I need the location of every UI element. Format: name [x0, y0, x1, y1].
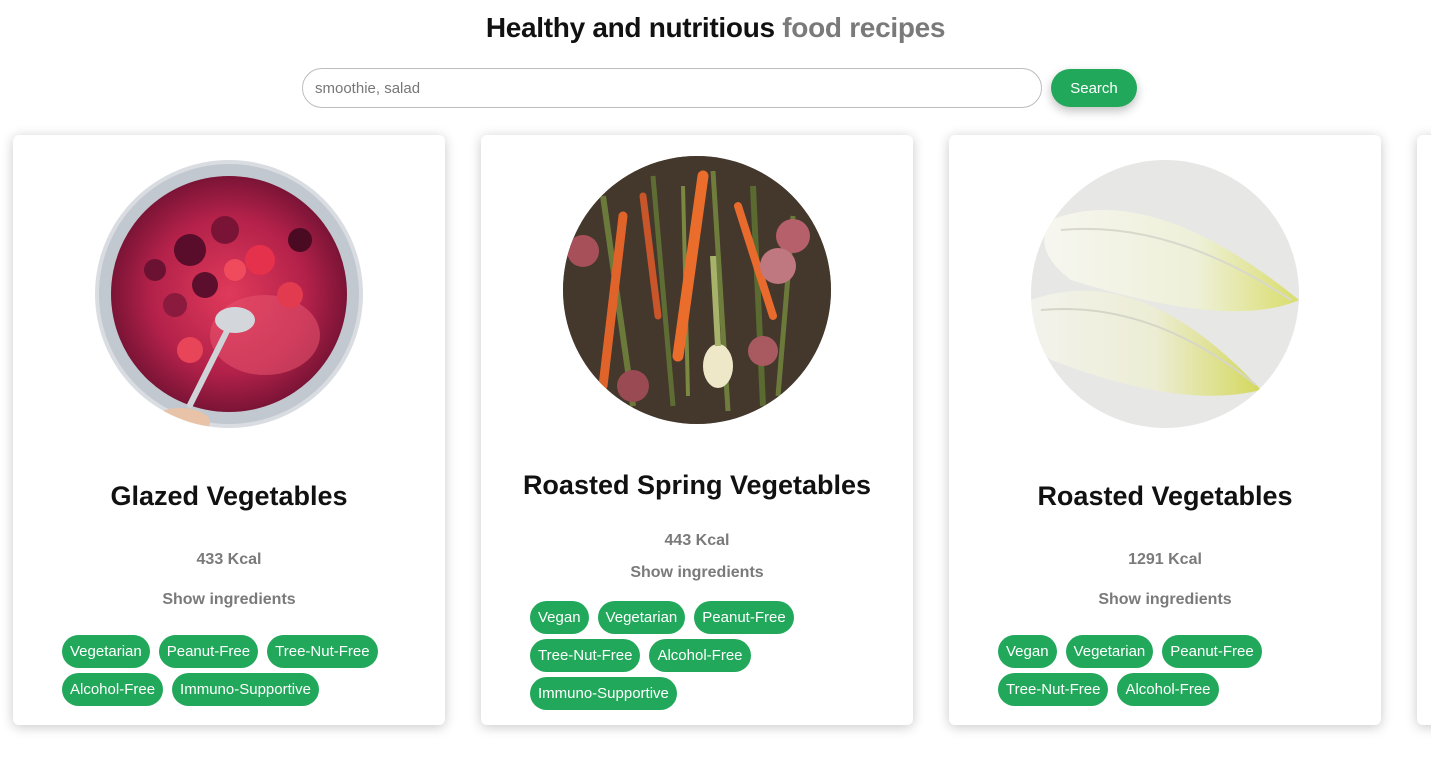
tag-badge: Vegan [998, 635, 1057, 668]
recipe-kcal: 443 Kcal [664, 532, 730, 549]
recipe-image [95, 160, 363, 428]
search-button[interactable]: Search [1051, 69, 1137, 107]
tag-badge: Tree-Nut-Free [998, 673, 1109, 706]
tag-badge: Immuno-Supportive [172, 673, 319, 706]
tag-badge: Alcohol-Free [62, 673, 164, 706]
recipe-tags: Vegan Vegetarian Peanut-Free Tree-Nut-Fr… [998, 635, 1338, 706]
recipe-card: Roasted Spring Vegetables 443 Kcal Show … [481, 135, 913, 725]
recipe-card: Roasted Vegetables 1291 Kcal Show ingred… [949, 135, 1381, 725]
tag-badge: Tree-Nut-Free [267, 635, 378, 668]
recipe-tags: Vegan Vegetarian Peanut-Free Tree-Nut-Fr… [530, 601, 870, 710]
show-ingredients-link[interactable]: Show ingredients [949, 590, 1381, 610]
recipe-kcal: 1291 Kcal [1128, 551, 1202, 568]
page-title: Healthy and nutritious food recipes [0, 10, 1431, 46]
tag-badge: Vegetarian [62, 635, 150, 668]
page-title-main: Healthy and nutritious [485, 12, 775, 43]
recipe-image [1031, 160, 1299, 428]
tag-badge: Vegetarian [597, 601, 686, 634]
show-ingredients-link[interactable]: Show ingredients [13, 590, 445, 610]
tag-badge: Alcohol-Free [649, 639, 751, 672]
tag-badge: Alcohol-Free [1117, 673, 1219, 706]
tag-badge: Peanut-Free [694, 601, 794, 634]
page-title-accent: food recipes [782, 12, 946, 43]
recipe-card: Glazed Vegetables 433 Kcal Show ingredie… [13, 135, 445, 725]
recipe-title: Roasted Spring Vegetables [522, 470, 872, 500]
tag-badge: Peanut-Free [158, 635, 259, 668]
search-input[interactable] [302, 68, 1042, 108]
tag-badge: Tree-Nut-Free [530, 639, 641, 672]
tag-badge: Vegetarian [1065, 635, 1154, 668]
show-ingredients-link[interactable]: Show ingredients [481, 563, 913, 583]
recipe-kcal: 433 Kcal [196, 551, 262, 568]
tag-badge: Peanut-Free [1162, 635, 1262, 668]
tag-badge: Immuno-Supportive [530, 677, 677, 710]
recipe-tags: Vegetarian Peanut-Free Tree-Nut-Free Alc… [62, 635, 402, 706]
page: Healthy and nutritious food recipes Sear… [0, 0, 1431, 780]
tag-badge: Vegan [530, 601, 589, 634]
recipe-card-partial [1417, 135, 1431, 725]
recipe-title: Roasted Vegetables [1037, 481, 1293, 511]
recipe-image [563, 156, 831, 424]
recipe-image-roasted-vegetables [1031, 160, 1299, 428]
recipe-image-glazed-vegetables [95, 160, 363, 428]
recipe-title: Glazed Vegetables [110, 481, 348, 511]
recipe-image-roasted-spring-vegetables [563, 156, 831, 424]
